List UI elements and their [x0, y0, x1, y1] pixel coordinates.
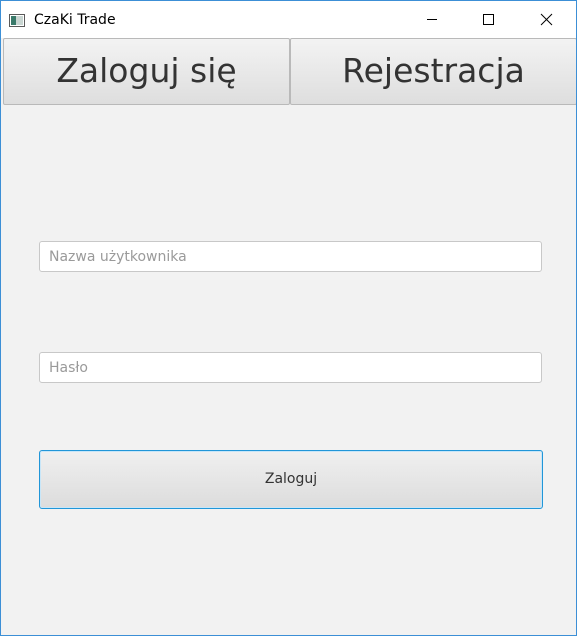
window-title: CzaKi Trade	[34, 12, 116, 28]
minimize-button[interactable]	[404, 1, 460, 38]
minimize-icon	[427, 19, 437, 20]
login-button[interactable]: Zaloguj	[39, 450, 543, 509]
tab-login[interactable]: Zaloguj się	[3, 38, 290, 105]
app-window: CzaKi Trade Zaloguj się Rejestracja Zalo…	[0, 0, 577, 636]
close-button[interactable]	[518, 1, 574, 38]
title-bar[interactable]: CzaKi Trade	[1, 1, 576, 38]
tab-bar: Zaloguj się Rejestracja	[3, 38, 576, 107]
close-icon	[540, 13, 553, 26]
username-input[interactable]	[39, 241, 542, 272]
java-window-icon	[9, 12, 25, 27]
tab-register[interactable]: Rejestracja	[290, 38, 576, 105]
maximize-icon	[483, 14, 494, 25]
password-input[interactable]	[39, 352, 542, 383]
maximize-button[interactable]	[460, 1, 516, 38]
